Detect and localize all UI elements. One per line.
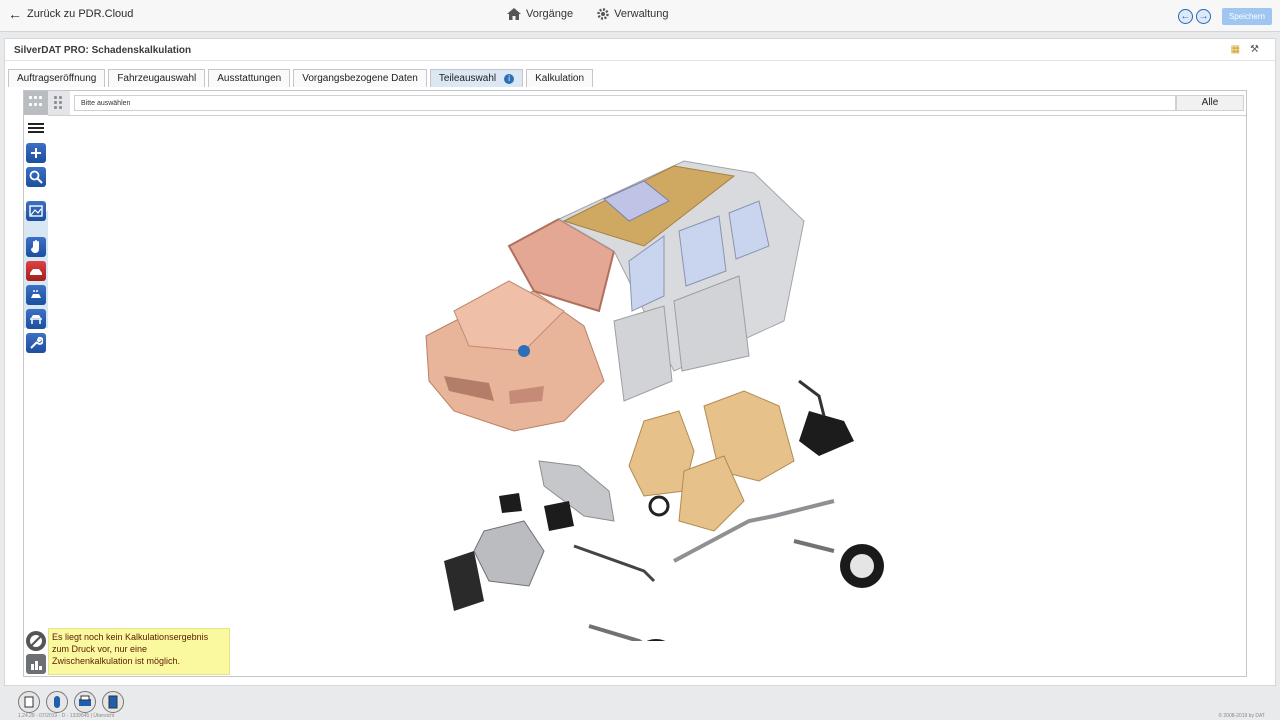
top-bar: ← Zurück zu PDR.Cloud Vorgänge Verwaltun… [0,0,1280,32]
archive-icon [24,696,34,708]
nav-vorgaenge[interactable]: Vorgänge [507,8,573,20]
main-area: SilverDAT PRO: Schadenskalkulation ▦ ⚒ A… [4,38,1276,686]
add-part-button[interactable] [26,143,46,163]
tab-ausstattungen[interactable]: Ausstattungen [208,69,291,87]
image-icon [29,205,43,217]
tool-icon[interactable]: ⚒ [1250,44,1259,55]
alle-button[interactable]: Alle [1176,95,1244,111]
tab-teileauswahl[interactable]: Teileauswahl i [429,69,524,87]
tab-kalkulation[interactable]: Kalkulation [526,69,594,87]
info-button[interactable] [46,691,68,713]
hand-icon [31,240,39,253]
damage-button[interactable] [26,261,46,281]
list-view-button[interactable] [48,91,70,115]
seats-graphic[interactable] [628,390,795,532]
parts-selection-panel: Bitte auswählen Alle Es liegt noch kein … [23,90,1247,683]
arrow-left-icon: ← [8,6,22,22]
magnifier-icon [29,170,43,184]
wrench-icon [30,336,43,349]
prohibited-icon [28,633,44,649]
info-icon[interactable]: i [504,74,515,84]
grid-icon [29,96,43,108]
graphic-view-button[interactable] [26,201,46,221]
calculation-notice: Es liegt noch kein Kalkulationsergebnis … [48,628,230,675]
back-link-label: Zurück zu PDR.Cloud [27,8,134,20]
cancel-button[interactable] [26,631,46,651]
tab-auftragseroeffnung[interactable]: Auftragseröffnung [8,69,106,87]
home-icon [507,8,521,20]
paint-button[interactable] [26,285,46,305]
nav-vorgaenge-label: Vorgänge [526,8,574,20]
list-grid-icon [54,96,68,109]
search-part-button[interactable] [26,167,46,187]
info-circle-icon [54,696,60,708]
calculator-icon[interactable]: ▦ [1231,44,1240,55]
select-hand-button[interactable] [26,237,46,257]
tab-bar: Auftragseröffnung Fahrzeugauswahl Aussta… [8,69,594,87]
menu-button[interactable] [26,118,46,138]
document-button[interactable] [102,691,124,713]
left-toolbar [24,91,48,678]
print-button[interactable] [74,691,96,713]
save-button[interactable]: Speichern [1221,8,1272,25]
tab-vorgangsbezogene-daten[interactable]: Vorgangsbezogene Daten [293,69,427,87]
vehicle-body-graphic[interactable] [425,160,805,432]
nav-verwaltung[interactable]: Verwaltung [597,8,669,20]
car-lift-icon [30,315,42,324]
repair-button[interactable] [26,333,46,353]
spray-icon [31,290,41,298]
part-group-select[interactable]: Bitte auswählen [74,95,1176,111]
page-title: SilverDAT PRO: Schadenskalkulation [5,39,1275,61]
archive-button[interactable] [18,691,40,713]
toolbar-divider [48,115,1246,116]
next-button[interactable]: → [1195,9,1211,24]
grid-view-button[interactable] [24,91,48,115]
footer-bar: 1.24.28 - 07/2019 - D - 1339645 | Übersi… [0,686,1280,720]
labor-button[interactable] [26,309,46,329]
menu-icon [28,121,44,135]
printer-icon [79,695,91,706]
nav-verwaltung-label: Verwaltung [614,8,669,20]
back-link[interactable]: ← Zurück zu PDR.Cloud [8,6,134,22]
document-icon [108,695,118,709]
damage-icon [30,269,42,275]
previous-button[interactable]: ← [1177,9,1193,24]
tab-teileauswahl-label: Teileauswahl [438,73,497,84]
calculation-icon [31,661,42,670]
gear-icon [597,8,609,20]
tab-fahrzeugauswahl[interactable]: Fahrzeugauswahl [108,69,206,87]
copyright: © 2008-2019 by DAT [1218,713,1265,719]
calculation-status-button[interactable] [26,654,46,674]
plus-edit-icon [31,148,41,158]
version-info: 1.24.28 - 07/2019 - D - 1339645 | Übersi… [18,713,115,719]
vehicle-exploded-view[interactable] [414,121,894,683]
